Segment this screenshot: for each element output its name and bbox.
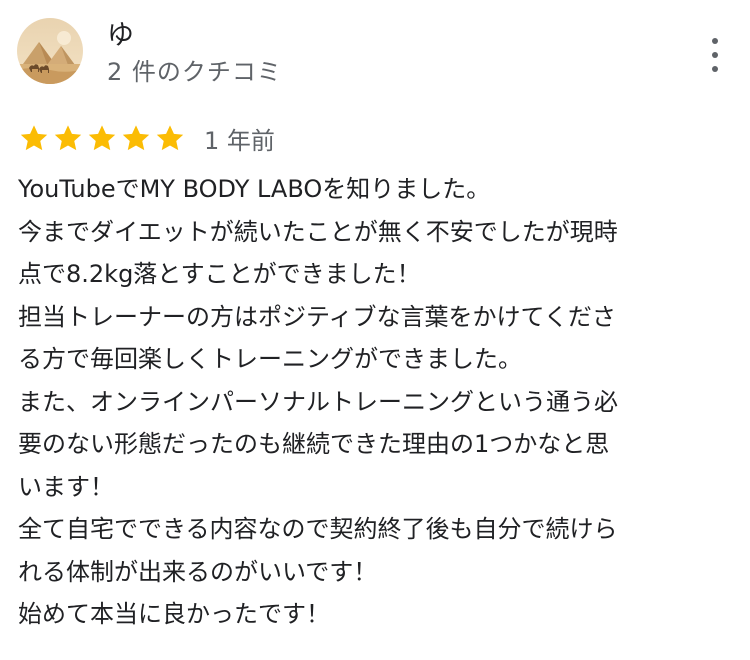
- review-text-line: る方で毎回楽しくトレーニングができました。: [18, 345, 522, 373]
- review-date: 1 年前: [204, 126, 275, 155]
- more-options-button[interactable]: [709, 38, 721, 72]
- review-text-line: 担当トレーナーの方はポジティブな言葉をかけてくださ: [18, 302, 616, 331]
- review-text-line: 今までダイエットが続いたことが無く不安でしたが現時: [18, 217, 618, 246]
- avatar-photo-icon: [17, 18, 83, 84]
- rating-row: 1 年前: [18, 120, 275, 156]
- review-text-line: YouTubeでMY BODY LABOを知りました。: [18, 175, 491, 203]
- review-text-line: います！: [18, 472, 114, 501]
- author-name[interactable]: ゆ: [107, 20, 134, 52]
- star-icon: [54, 125, 82, 151]
- star-icon: [122, 125, 150, 151]
- more-vert-icon-dot: [712, 66, 718, 72]
- review-text-line: また、オンラインパーソナルトレーニングという通う必: [18, 387, 618, 416]
- review-text-line: 点で8.2kg落とすことができました！: [18, 260, 421, 288]
- avatar[interactable]: [17, 18, 83, 84]
- star-icon: [88, 125, 116, 151]
- more-vert-icon-dot: [712, 52, 718, 58]
- review-card: ゆ 2 件のクチコミ 1 年前 YouTubeでMY BODY LABOを知りま…: [0, 0, 750, 660]
- author-review-count: 2 件のクチコミ: [107, 58, 282, 86]
- star-icon: [156, 125, 184, 151]
- review-text-line: れる体制が出来るのがいいです！: [18, 557, 378, 586]
- review-text-line: 要のない形態だったのも継続できた理由の1つかなと思: [18, 430, 610, 458]
- star-rating: [18, 122, 186, 154]
- review-header: ゆ 2 件のクチコミ: [17, 18, 733, 90]
- review-text-line: 全て自宅でできる内容なので契約終了後も自分で続けら: [18, 515, 618, 543]
- review-text: YouTubeでMY BODY LABOを知りました。今までダイエットが続いたこ…: [18, 168, 732, 636]
- review-text-line: 始めて本当に良かったです！: [18, 600, 330, 628]
- more-vert-icon: [712, 38, 718, 44]
- star-icon: [20, 125, 48, 151]
